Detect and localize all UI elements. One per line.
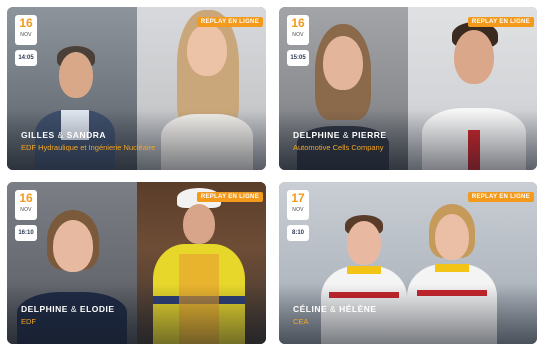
replay-card-grid: 16 NOV 14:05 REPLAY EN LIGNE GILLES & SA… [0, 0, 537, 344]
ampersand: & [57, 130, 64, 140]
date-badge: 16 NOV [287, 15, 309, 45]
speaker-names: DELPHINE & PIERRE [293, 130, 387, 140]
caption-shade [7, 284, 266, 344]
caption-shade [7, 110, 266, 170]
date-badge: 17 NOV [287, 190, 309, 220]
replay-card-delphine-elodie[interactable]: 16 NOV 16:10 REPLAY EN LIGNE DELPHINE & … [7, 182, 266, 344]
company-name: CEA [293, 317, 309, 326]
ampersand: & [330, 304, 337, 314]
replay-card-celine-helene[interactable]: 17 NOV 8:10 REPLAY EN LIGNE CÉLINE & HÉL… [279, 182, 537, 344]
date-badge: 16 NOV [15, 190, 37, 220]
caption-shade [279, 110, 537, 170]
speaker-name-1: DELPHINE [293, 130, 340, 140]
date-day: 16 [291, 16, 305, 30]
date-day: 16 [19, 16, 33, 30]
speaker-names: DELPHINE & ELODIE [21, 304, 115, 314]
ampersand: & [342, 130, 350, 140]
date-month: NOV [292, 207, 304, 213]
speaker-name-1: DELPHINE [21, 304, 68, 314]
time-badge: 8:10 [287, 225, 309, 241]
speaker-name-1: CÉLINE [293, 304, 328, 314]
speaker-name-2: PIERRE [351, 130, 387, 140]
replay-badge: REPLAY EN LIGNE [196, 17, 263, 27]
date-month: NOV [20, 207, 32, 213]
replay-badge: REPLAY EN LIGNE [467, 17, 534, 27]
speaker-name-2: HÉLÈNE [339, 304, 377, 314]
date-month: NOV [292, 32, 304, 38]
company-name: EDF Hydraulique et Ingénierie Nucléaire [21, 143, 156, 152]
speaker-names: GILLES & SANDRA [21, 130, 106, 140]
time-badge: 16:10 [15, 225, 37, 241]
company-name: Automotive Cells Company [293, 143, 384, 152]
date-day: 17 [291, 191, 305, 205]
time-badge: 14:05 [15, 50, 37, 66]
caption-shade [279, 284, 537, 344]
speaker-name-2: SANDRA [66, 130, 106, 140]
replay-badge: REPLAY EN LIGNE [467, 192, 534, 202]
replay-badge: REPLAY EN LIGNE [196, 192, 263, 202]
time-badge: 15:05 [287, 50, 309, 66]
company-name: EDF [21, 317, 36, 326]
date-badge: 16 NOV [15, 15, 37, 45]
ampersand: & [70, 304, 78, 314]
speaker-name-1: GILLES [21, 130, 55, 140]
replay-card-delphine-pierre[interactable]: 16 NOV 15:05 REPLAY EN LIGNE DELPHINE & … [279, 7, 537, 170]
speaker-name-2: ELODIE [79, 304, 115, 314]
speaker-names: CÉLINE & HÉLÈNE [293, 304, 377, 314]
date-month: NOV [20, 32, 32, 38]
replay-card-gilles-sandra[interactable]: 16 NOV 14:05 REPLAY EN LIGNE GILLES & SA… [7, 7, 266, 170]
date-day: 16 [19, 191, 33, 205]
